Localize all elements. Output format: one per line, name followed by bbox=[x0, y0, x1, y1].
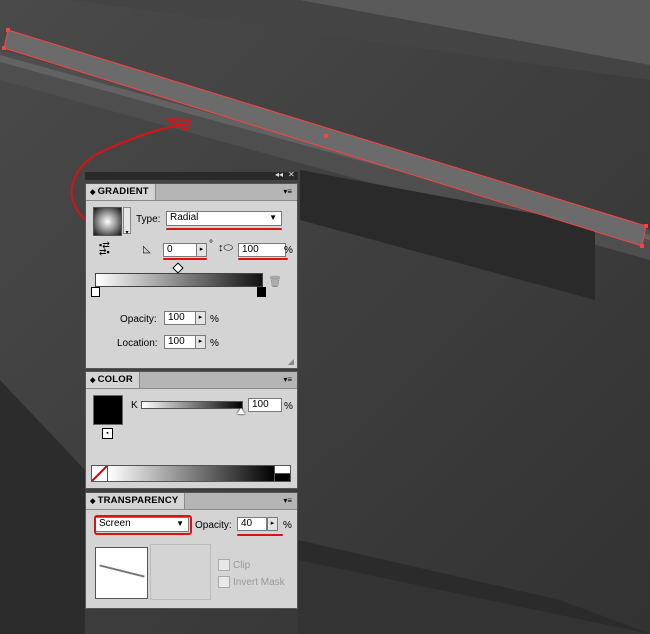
gradient-type-select[interactable]: Radial ▼ bbox=[166, 211, 282, 226]
color-tabbar: ◆ COLOR ▾≡ bbox=[86, 372, 297, 389]
annotation-underline bbox=[238, 258, 288, 260]
gradient-swatch[interactable] bbox=[93, 207, 122, 236]
stop-location-input[interactable]: 100 bbox=[164, 335, 196, 349]
k-channel-label: K bbox=[131, 400, 138, 411]
angle-icon: ◺ bbox=[143, 244, 151, 255]
aspect-unit: % bbox=[284, 245, 293, 256]
panel-dock-strip: ◂◂ ✕ bbox=[85, 170, 298, 180]
annotation-underline bbox=[163, 258, 207, 260]
aspect-ratio-input[interactable]: 100 bbox=[238, 243, 286, 257]
gradient-panel: ◆ GRADIENT ▾≡ ▾ Type: Radial ▼ ▪⇄ ⇄▪ ◺ 0 ▸… bbox=[85, 183, 298, 369]
k-channel-input[interactable]: 100 bbox=[248, 398, 282, 412]
annotation-underline bbox=[166, 228, 282, 230]
stop-location-stepper[interactable]: ▸ bbox=[195, 335, 206, 349]
trash-icon[interactable]: 🗑 bbox=[268, 275, 282, 288]
stop-opacity-input[interactable]: 100 bbox=[164, 311, 196, 325]
gradient-slider[interactable] bbox=[95, 273, 263, 287]
panel-menu-icon[interactable]: ▾≡ bbox=[283, 375, 292, 384]
angle-stepper[interactable]: ▸ bbox=[196, 243, 207, 257]
transparency-panel: ◆ TRANSPARENCY ▾≡ Screen ▼ Opacity: 40 ▸ … bbox=[85, 492, 298, 609]
gradient-stop-end[interactable] bbox=[257, 287, 266, 297]
location-label: Location: bbox=[117, 338, 158, 349]
layer-opacity-stepper[interactable]: ▸ bbox=[267, 517, 278, 531]
mask-thumbnail-area[interactable] bbox=[150, 544, 211, 600]
none-swatch-icon[interactable] bbox=[91, 465, 108, 482]
aspect-ratio-icon: ↕⬭ bbox=[218, 242, 233, 254]
clip-checkbox[interactable] bbox=[218, 559, 230, 571]
layer-opacity-label: Opacity: bbox=[195, 520, 232, 531]
k-unit: % bbox=[284, 401, 293, 412]
gradient-tabbar: ◆ GRADIENT ▾≡ bbox=[86, 184, 297, 201]
layer-opacity-input[interactable]: 40 bbox=[237, 517, 267, 531]
clip-label: Clip bbox=[233, 560, 251, 571]
color-panel: ◆ COLOR ▾≡ ▪ K 100 % bbox=[85, 371, 298, 489]
color-spectrum-bar[interactable] bbox=[107, 465, 276, 482]
angle-input[interactable]: 0 bbox=[163, 243, 197, 257]
panel-menu-icon[interactable]: ▾≡ bbox=[283, 496, 292, 505]
transparency-tabbar: ◆ TRANSPARENCY ▾≡ bbox=[86, 493, 297, 510]
object-thumbnail[interactable] bbox=[95, 547, 148, 599]
k-channel-slider[interactable] bbox=[141, 401, 243, 409]
layer-opacity-unit: % bbox=[283, 520, 292, 531]
invert-mask-checkbox[interactable] bbox=[218, 576, 230, 588]
invert-mask-label: Invert Mask bbox=[233, 577, 285, 588]
stop-opacity-stepper[interactable]: ▸ bbox=[195, 311, 206, 325]
opacity-label: Opacity: bbox=[120, 314, 157, 325]
type-label: Type: bbox=[136, 214, 161, 225]
tab-gradient[interactable]: ◆ GRADIENT bbox=[86, 184, 156, 200]
k-slider-thumb[interactable] bbox=[237, 408, 245, 414]
panel-menu-icon[interactable]: ▾≡ bbox=[283, 187, 292, 196]
out-of-gamut-icon[interactable]: ▪ bbox=[102, 428, 113, 439]
collapse-arrows-icon[interactable]: ◂◂ bbox=[275, 170, 283, 179]
swatch-dropdown[interactable]: ▾ bbox=[123, 207, 131, 236]
tab-transparency[interactable]: ◆ TRANSPARENCY bbox=[86, 493, 186, 509]
resize-grip-icon[interactable]: ◢ bbox=[288, 357, 294, 366]
opacity-unit: % bbox=[210, 314, 219, 325]
location-unit: % bbox=[210, 338, 219, 349]
black-swatch[interactable] bbox=[274, 473, 291, 482]
gradient-stop-start[interactable] bbox=[91, 287, 100, 297]
tab-color[interactable]: ◆ COLOR bbox=[86, 372, 140, 388]
gradient-midpoint[interactable] bbox=[172, 262, 184, 274]
annotation-underline bbox=[237, 534, 283, 536]
close-icon[interactable]: ✕ bbox=[288, 170, 295, 179]
degree-symbol: ° bbox=[209, 239, 213, 250]
fill-swatch-icon[interactable] bbox=[93, 395, 123, 425]
swap-gradient-icon[interactable]: ▪⇄ ⇄▪ bbox=[99, 241, 115, 257]
annotation-box bbox=[94, 515, 192, 535]
